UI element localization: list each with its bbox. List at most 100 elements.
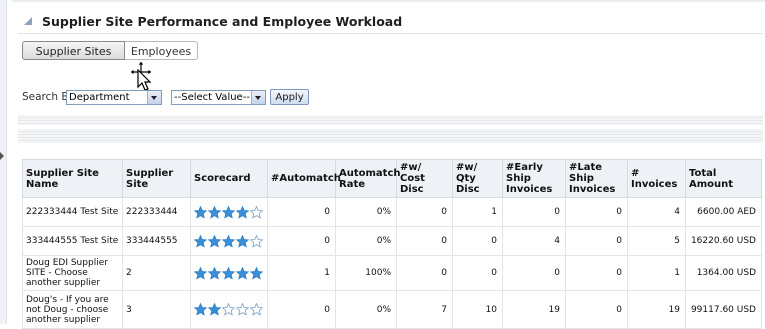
supplier-performance-table: Supplier Site Name Supplier Site Scoreca… xyxy=(22,159,762,329)
star-filled-icon xyxy=(222,205,235,219)
cost-disc-cell: 7 xyxy=(396,290,453,329)
column-header[interactable]: Supplier Site xyxy=(122,159,191,198)
expand-pane-icon[interactable] xyxy=(0,152,4,160)
column-header[interactable]: Supplier Site Name xyxy=(22,159,123,198)
supplier-site-name-cell: 333444555 Test Site xyxy=(22,226,123,256)
supplier-site-cell: 2 xyxy=(122,255,191,291)
star-empty-icon xyxy=(222,303,235,316)
section-header: Supplier Site Performance and Employee W… xyxy=(22,14,757,32)
star-rating xyxy=(194,234,264,248)
collapse-section-icon[interactable] xyxy=(24,17,32,25)
table-header-row: Supplier Site Name Supplier Site Scoreca… xyxy=(22,159,762,198)
chevron-down-icon[interactable] xyxy=(251,91,265,104)
qty-disc-cell: 1 xyxy=(452,197,503,227)
invoices-cell: 4 xyxy=(627,197,686,227)
automatch-rate-cell: 0% xyxy=(335,290,397,329)
table-row[interactable]: 333444555 Test Site 333444555 0 0% 0 0 4… xyxy=(22,226,762,256)
star-filled-icon xyxy=(208,266,221,280)
column-header[interactable]: Automatch Rate xyxy=(335,159,401,198)
column-header[interactable]: #w/ Cost Disc xyxy=(396,159,453,198)
select-value-placeholder: --Select Value-- xyxy=(174,92,250,103)
select-value-dropdown[interactable]: --Select Value-- xyxy=(171,90,266,105)
table-row[interactable]: Doug EDI Supplier SITE - Choose another … xyxy=(22,255,762,291)
star-filled-icon xyxy=(208,234,221,248)
supplier-site-cell: 333444555 xyxy=(122,226,191,256)
star-rating xyxy=(194,303,264,316)
automatch-cell: 0 xyxy=(267,226,336,256)
column-header[interactable]: #Late Ship Invoices xyxy=(565,159,628,198)
scorecard-cell xyxy=(190,197,268,227)
star-empty-icon xyxy=(250,234,263,248)
early-ship-cell: 0 xyxy=(502,197,566,227)
column-header[interactable]: Total Amount xyxy=(685,159,762,198)
column-header[interactable]: #w/ Qty Disc xyxy=(452,159,503,198)
star-filled-icon xyxy=(194,266,207,280)
qty-disc-cell: 0 xyxy=(452,255,503,291)
late-ship-cell: 0 xyxy=(565,197,628,227)
invoices-cell: 1 xyxy=(627,255,686,291)
total-amount-cell: 16220.60 USD xyxy=(685,226,762,256)
tab-supplier-sites[interactable]: Supplier Sites xyxy=(22,41,125,60)
scorecard-cell xyxy=(190,226,268,256)
supplier-site-name-cell: Doug EDI Supplier SITE - Choose another … xyxy=(22,255,123,291)
cost-disc-cell: 0 xyxy=(396,226,453,256)
qty-disc-cell: 10 xyxy=(452,290,503,329)
chevron-down-icon[interactable] xyxy=(147,91,161,104)
invoices-cell: 19 xyxy=(627,290,686,329)
apply-button[interactable]: Apply xyxy=(270,89,309,105)
star-rating xyxy=(194,266,264,280)
star-rating xyxy=(194,205,264,219)
late-ship-cell: 0 xyxy=(565,226,628,256)
tab-employees[interactable]: Employees xyxy=(125,41,198,60)
cost-disc-cell: 0 xyxy=(396,197,453,227)
search-by-select[interactable]: Department xyxy=(66,90,162,105)
star-filled-icon xyxy=(222,234,235,248)
star-filled-icon xyxy=(236,266,249,280)
star-empty-icon xyxy=(250,303,263,316)
column-header[interactable]: #Automatch xyxy=(267,159,341,198)
scorecard-cell xyxy=(190,290,268,329)
total-amount-cell: 1364.00 USD xyxy=(685,255,762,291)
supplier-site-name-cell: 222333444 Test Site xyxy=(22,197,123,227)
invoices-cell: 5 xyxy=(627,226,686,256)
column-header[interactable]: # Invoices xyxy=(627,159,686,198)
total-amount-cell: 6600.00 AED xyxy=(685,197,762,227)
star-empty-icon xyxy=(250,205,263,219)
early-ship-cell: 4 xyxy=(502,226,566,256)
table-row[interactable]: 222333444 Test Site 222333444 0 0% 0 1 0… xyxy=(22,197,762,227)
supplier-site-cell: 222333444 xyxy=(122,197,191,227)
automatch-rate-cell: 100% xyxy=(335,255,397,291)
star-filled-icon xyxy=(250,266,263,280)
star-filled-icon xyxy=(194,303,207,316)
automatch-cell: 0 xyxy=(267,290,336,329)
automatch-cell: 0 xyxy=(267,197,336,227)
column-header[interactable]: #Early Ship Invoices xyxy=(502,159,566,198)
top-divider xyxy=(12,0,765,2)
star-filled-icon xyxy=(236,205,249,219)
cost-disc-cell: 0 xyxy=(396,255,453,291)
header-divider xyxy=(18,33,763,34)
table-row[interactable]: Doug's - If you are not Doug - choose an… xyxy=(22,290,762,329)
qty-disc-cell: 0 xyxy=(452,226,503,256)
late-ship-cell: 0 xyxy=(565,290,628,329)
automatch-cell: 1 xyxy=(267,255,336,291)
filter-separator-band xyxy=(18,129,763,143)
early-ship-cell: 19 xyxy=(502,290,566,329)
section-title: Supplier Site Performance and Employee W… xyxy=(42,14,403,29)
automatch-rate-cell: 0% xyxy=(335,226,397,256)
left-pane-gutter xyxy=(0,0,7,324)
star-filled-icon xyxy=(208,303,221,316)
filter-separator-band xyxy=(18,115,763,125)
search-by-selected-value: Department xyxy=(69,92,130,103)
search-bar: Search By Department --Select Value-- Ap… xyxy=(22,89,322,107)
column-header[interactable]: Scorecard xyxy=(190,159,268,198)
star-filled-icon xyxy=(194,234,207,248)
late-ship-cell: 0 xyxy=(565,255,628,291)
scorecard-cell xyxy=(190,255,268,291)
star-empty-icon xyxy=(236,303,249,316)
total-amount-cell: 99117.60 USD xyxy=(685,290,762,329)
star-filled-icon xyxy=(208,205,221,219)
supplier-site-name-cell: Doug's - If you are not Doug - choose an… xyxy=(22,290,123,329)
automatch-rate-cell: 0% xyxy=(335,197,397,227)
early-ship-cell: 0 xyxy=(502,255,566,291)
